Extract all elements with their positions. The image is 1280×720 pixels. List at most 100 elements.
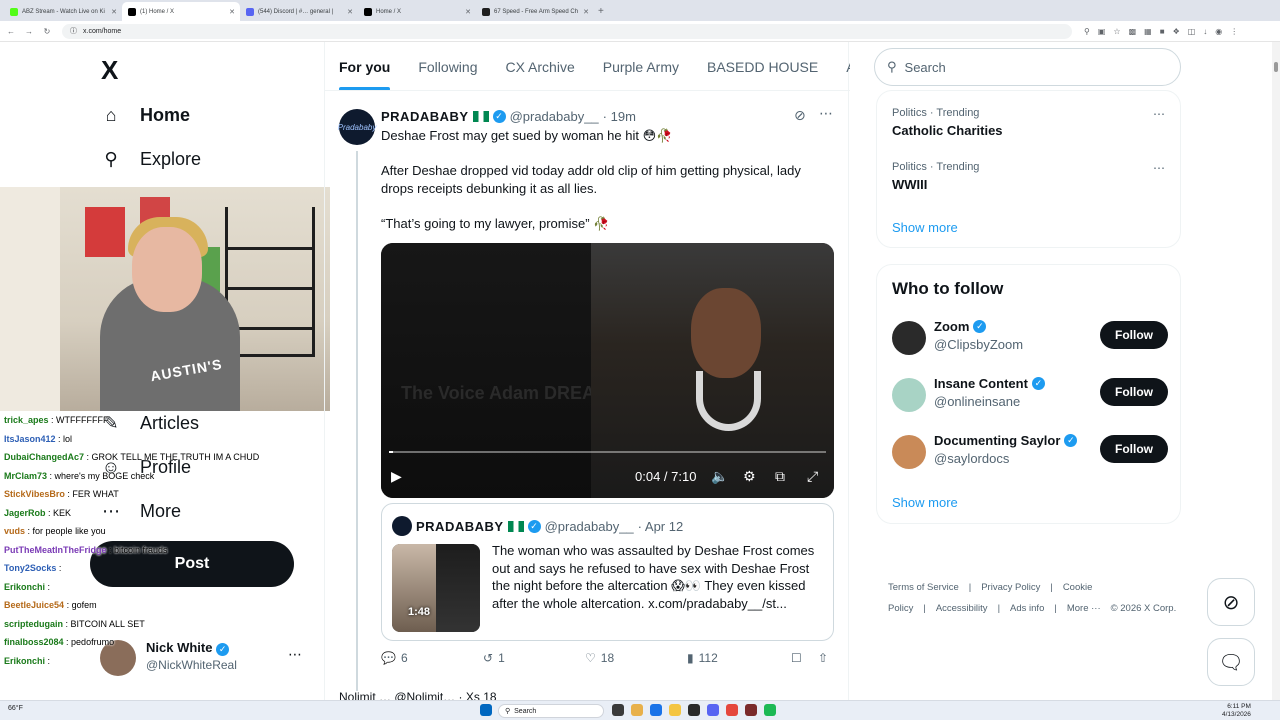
trend-item[interactable]: Politics · Trending WWIII	[892, 161, 979, 192]
close-icon[interactable]: ✕	[583, 8, 589, 16]
search-placeholder: Search	[904, 59, 946, 75]
scrollbar[interactable]	[1272, 42, 1280, 700]
zoom-icon[interactable]: ⚲	[1084, 27, 1090, 36]
close-icon[interactable]: ✕	[465, 8, 471, 16]
quoted-tweet[interactable]: PRADABABY ✓ @pradababy__ · Apr 12 1:48 T…	[381, 503, 834, 641]
cast-icon[interactable]: ▣	[1098, 27, 1106, 36]
extensions-puzzle-icon[interactable]: ❖	[1173, 27, 1180, 36]
browser-tab[interactable]: (1) Home / X ✕	[122, 2, 240, 21]
address-bar[interactable]: ⓘ x.com/home	[62, 23, 1072, 39]
back-icon[interactable]: ←	[4, 27, 18, 36]
follow-suggestion[interactable]: Insane Content ✓ @onlineinsane Follow	[892, 376, 1172, 416]
fullscreen-icon[interactable]: ⤢	[807, 468, 818, 485]
close-icon[interactable]: ✕	[347, 8, 353, 16]
volume-icon[interactable]: 🔈	[711, 468, 728, 485]
share-icon[interactable]: ⇧	[818, 651, 828, 665]
quoted-video-thumbnail[interactable]: 1:48	[392, 544, 480, 632]
sidebar-icon[interactable]: ◫	[1188, 27, 1196, 36]
tweet-author-name[interactable]: PRADABABY	[381, 109, 469, 124]
play-icon[interactable]: ▶	[391, 468, 402, 485]
new-tab-icon[interactable]: +	[598, 2, 604, 21]
sidebar-item-home[interactable]: ⌂ Home	[100, 104, 190, 126]
weather-widget[interactable]: 66°F	[8, 705, 23, 712]
feed-tab[interactable]: Purple Army	[589, 42, 693, 90]
video-progress-bar[interactable]	[389, 451, 826, 453]
repost-button[interactable]: ↺ 1	[483, 651, 505, 665]
browser-tab[interactable]: Home / X ✕	[358, 2, 476, 21]
discord-icon[interactable]	[707, 704, 719, 716]
spotify-icon[interactable]	[764, 704, 776, 716]
show-more-link[interactable]: Show more	[892, 220, 958, 235]
task-view-icon[interactable]	[612, 704, 624, 716]
tweet-time[interactable]: · 19m	[603, 109, 636, 124]
menu-icon[interactable]: ⋮	[1230, 27, 1238, 36]
grok-icon[interactable]: ⊘	[794, 107, 806, 124]
close-icon[interactable]: ✕	[229, 8, 235, 16]
browser-tab[interactable]: ABZ Stream - Watch Live on Ki ✕	[4, 2, 122, 21]
footer-link[interactable]: Ads info	[1010, 603, 1044, 614]
footer-link[interactable]: Accessibility	[936, 603, 988, 614]
follow-suggestion[interactable]: Zoom ✓ @ClipsbyZoom Follow	[892, 319, 1172, 359]
views-button[interactable]: ▮ 112	[687, 651, 718, 665]
forward-icon[interactable]: →	[22, 27, 36, 36]
photos-icon[interactable]	[631, 704, 643, 716]
browser-tab[interactable]: (544) Discord | #… general | ✕	[240, 2, 358, 21]
follow-button[interactable]: Follow	[1100, 435, 1168, 463]
chat-text: : pedofrumo	[66, 637, 115, 647]
chrome-icon[interactable]	[726, 704, 738, 716]
sidebar-item-explore[interactable]: ⚲ Explore	[100, 148, 201, 170]
more-options-icon[interactable]: ⋯	[1153, 161, 1165, 175]
search-input[interactable]: ⚲ Search	[874, 48, 1181, 86]
feed-tab[interactable]: Ape	[832, 42, 850, 90]
pip-icon[interactable]: ⧉	[775, 468, 785, 485]
browser-tab[interactable]: 67 Speed - Free Arm Speed Ch ✕	[476, 2, 594, 21]
extension-icon[interactable]: ■	[1160, 27, 1165, 36]
start-icon[interactable]	[480, 704, 492, 716]
site-info-icon[interactable]: ⓘ	[70, 26, 77, 36]
trend-item[interactable]: Politics · Trending Catholic Charities	[892, 107, 1003, 138]
settings-icon[interactable]: ⚙	[743, 468, 756, 485]
feed-tab[interactable]: Following	[404, 42, 491, 90]
scrollbar-thumb[interactable]	[1274, 62, 1278, 72]
chat-username: BeetleJuice54	[4, 600, 65, 610]
extension-icon[interactable]: ▩	[1129, 27, 1137, 36]
footer-link[interactable]: © 2026 X Corp.	[1111, 603, 1177, 614]
file-explorer-icon[interactable]	[669, 704, 681, 716]
avatar[interactable]: Pradababy	[338, 109, 376, 145]
feed-tab[interactable]: BASEDD HOUSE	[693, 42, 832, 90]
bookmark-icon[interactable]: ☐	[791, 651, 802, 665]
feed-tab[interactable]: For you	[325, 42, 404, 90]
more-options-icon[interactable]: ⋯	[1153, 107, 1165, 121]
feed-tab[interactable]: CX Archive	[491, 42, 588, 90]
more-options-icon[interactable]: ⋯	[819, 105, 833, 122]
taskbar-clock[interactable]: 6:11 PM 4/13/2026	[1222, 703, 1251, 719]
follow-button[interactable]: Follow	[1100, 378, 1168, 406]
tweet-author-handle[interactable]: @pradababy__	[510, 109, 599, 124]
messages-button[interactable]: 🗨	[1207, 638, 1255, 686]
bookmark-star-icon[interactable]: ☆	[1113, 27, 1120, 36]
profile-icon[interactable]: ◉	[1215, 27, 1222, 36]
tweet-text-line: After Deshae dropped vid today addr old …	[381, 163, 801, 196]
tab-favicon-icon	[364, 7, 372, 16]
close-icon[interactable]: ✕	[111, 8, 117, 16]
like-button[interactable]: ♡ 18	[585, 651, 614, 665]
reply-button[interactable]: 💬 6	[381, 651, 408, 665]
taskbar-search[interactable]: ⚲ Search	[498, 704, 604, 718]
follow-suggestion[interactable]: Documenting Saylor ✓ @saylordocs Follow	[892, 433, 1172, 473]
app-icon[interactable]	[745, 704, 757, 716]
footer-link[interactable]: More ···	[1067, 603, 1101, 614]
downloads-icon[interactable]: ↓	[1203, 27, 1207, 36]
grok-button[interactable]: ⊘	[1207, 578, 1255, 626]
show-more-link[interactable]: Show more	[892, 495, 958, 510]
edge-icon[interactable]	[650, 704, 662, 716]
x-logo[interactable]: X	[101, 55, 118, 86]
follow-button[interactable]: Follow	[1100, 321, 1168, 349]
app-icon[interactable]	[688, 704, 700, 716]
footer-link[interactable]: Terms of Service	[888, 582, 959, 593]
extension-icon[interactable]: ▦	[1144, 27, 1152, 36]
video-player[interactable]: The Voice Adam DREACTS ▶ 0:04 / 7:10 🔈 ⚙…	[381, 243, 834, 498]
reload-icon[interactable]: ↻	[40, 27, 54, 36]
follow-handle: @saylordocs	[934, 451, 1010, 466]
tweet[interactable]: Pradababy PRADABABY ✓ @pradababy__ · 19m…	[325, 91, 850, 691]
footer-link[interactable]: Privacy Policy	[981, 582, 1040, 593]
